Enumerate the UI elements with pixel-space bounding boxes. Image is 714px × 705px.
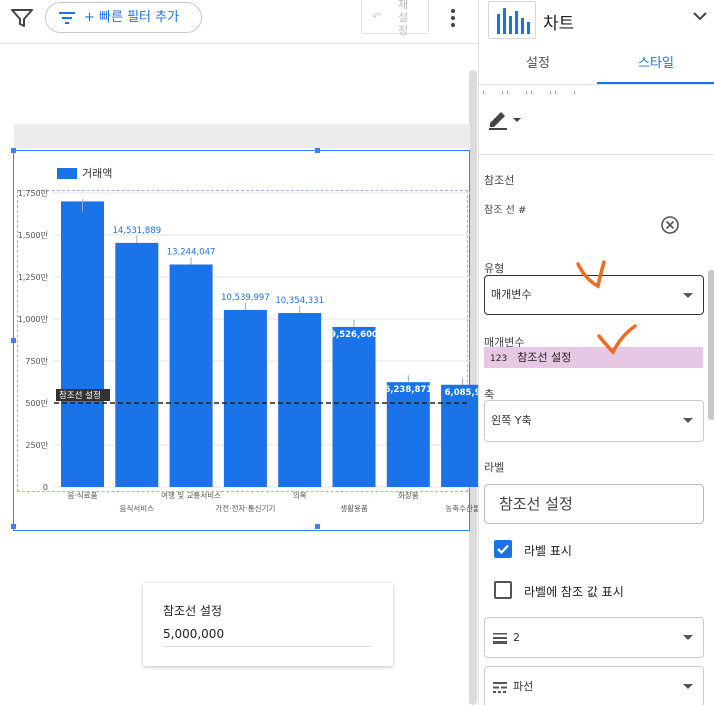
dropdown-arrow-icon [683,684,693,689]
dropdown-arrow-icon [683,293,693,298]
show-label-checkbox[interactable] [494,540,512,558]
show-ref-value-checkbox[interactable] [494,581,512,599]
axis-select-value: 왼쪽 Y축 [491,414,532,427]
color-swatches-partial [483,86,593,94]
y-tick-label: 0 [43,483,48,492]
section-divider [479,154,714,155]
panel-scrollbar[interactable] [708,270,714,420]
chevron-down-icon[interactable] [693,12,707,21]
tab-setup[interactable]: 설정 [479,44,597,84]
ref-control-input[interactable]: 5,000,000 [163,627,371,647]
show-ref-value-text: 라벨에 참조 값 표시 [524,585,624,599]
ref-control-title: 참조선 설정 [163,604,223,618]
reference-line-number: 참조 선 # [484,205,527,216]
data-label: 10,539,997 [221,293,270,303]
line-weight-select[interactable]: 2 [484,617,704,658]
label-text-input[interactable]: 참조선 설정 [484,484,704,524]
data-label: 13,244,047 [167,248,216,258]
data-label: 6,238,871 [384,385,432,395]
line-weight-value: 2 [513,631,520,644]
line-style-value: 파선 [513,680,534,693]
remove-circle-icon[interactable] [660,215,680,235]
y-tick-label: 1,250만 [18,273,49,282]
bar [386,382,430,487]
data-label: 14,531,889 [112,226,161,236]
legend-label: 거래액 [82,167,112,180]
type-select-value: 매개변수 [491,288,532,301]
panel-title: 차트 [543,14,575,34]
bar [278,313,322,487]
x-tick-label: 농축수산물 [445,503,478,513]
report-canvas: + 빠른 필터 추가 ↶ 재설정 0 250만 500만 750만 1,000만 1,25… [0,0,478,705]
tab-divider [479,84,714,85]
reference-line-label: 참조선 설정 [59,390,101,401]
bar [332,326,376,487]
x-tick-label: 의복 [293,490,307,500]
tab-style[interactable]: 스타일 [597,44,714,84]
y-tick-label: 1,500만 [18,231,49,240]
line-style-icon [493,682,507,693]
bar [115,242,159,487]
x-tick-label: 음식서비스 [120,504,155,513]
data-label: 6,085,9 [445,388,478,398]
legend-swatch [57,168,77,179]
line-style-select[interactable]: 파선 [484,666,704,705]
x-tick-label: 여행 및 교통서비스 [161,490,221,500]
reference-line-header: 참조선 [484,174,515,187]
data-label: 10,354,331 [275,296,324,306]
bar-chart-icon[interactable] [488,1,536,39]
y-tick-label: 500만 [25,399,48,408]
annotation-check-mark [576,260,606,289]
checkmark-icon [497,544,509,555]
show-label-text: 라벨 표시 [524,544,572,558]
labels-header: 라벨 [484,461,505,474]
data-label: 9,526,600 [330,330,378,340]
y-tick-label: 750만 [25,357,48,366]
y-tick-label: 1,750만 [18,189,49,198]
y-tick-label: 250만 [25,441,48,450]
x-tick-label: 음·식료품 [68,491,98,500]
dropdown-arrow-icon [683,635,693,640]
parameter-chip-label: 참조선 설정 [517,351,572,364]
number-type-icon: 123 [490,354,508,364]
bar [223,309,267,487]
x-tick-label: 가전·전자·통신기기 [215,503,275,513]
x-tick-label: 생활용품 [340,503,368,513]
bar [169,264,213,487]
bar [441,384,478,487]
pen-color-icon[interactable] [487,108,527,130]
axis-select[interactable]: 왼쪽 Y축 [484,400,704,442]
bar [61,201,104,487]
reference-value-control[interactable]: 참조선 설정 5,000,000 [143,583,393,666]
y-tick-label: 1,000만 [18,315,49,324]
dropdown-arrow-icon [683,418,693,423]
annotation-check-mark [597,324,637,355]
x-tick-label: 화장품 [398,490,419,500]
type-label: 유형 [484,262,505,275]
line-weight-icon [493,633,507,644]
bar-chart: 0 250만 500만 750만 1,000만 1,250만 1,500만 1,750만 거래액… [18,167,478,513]
